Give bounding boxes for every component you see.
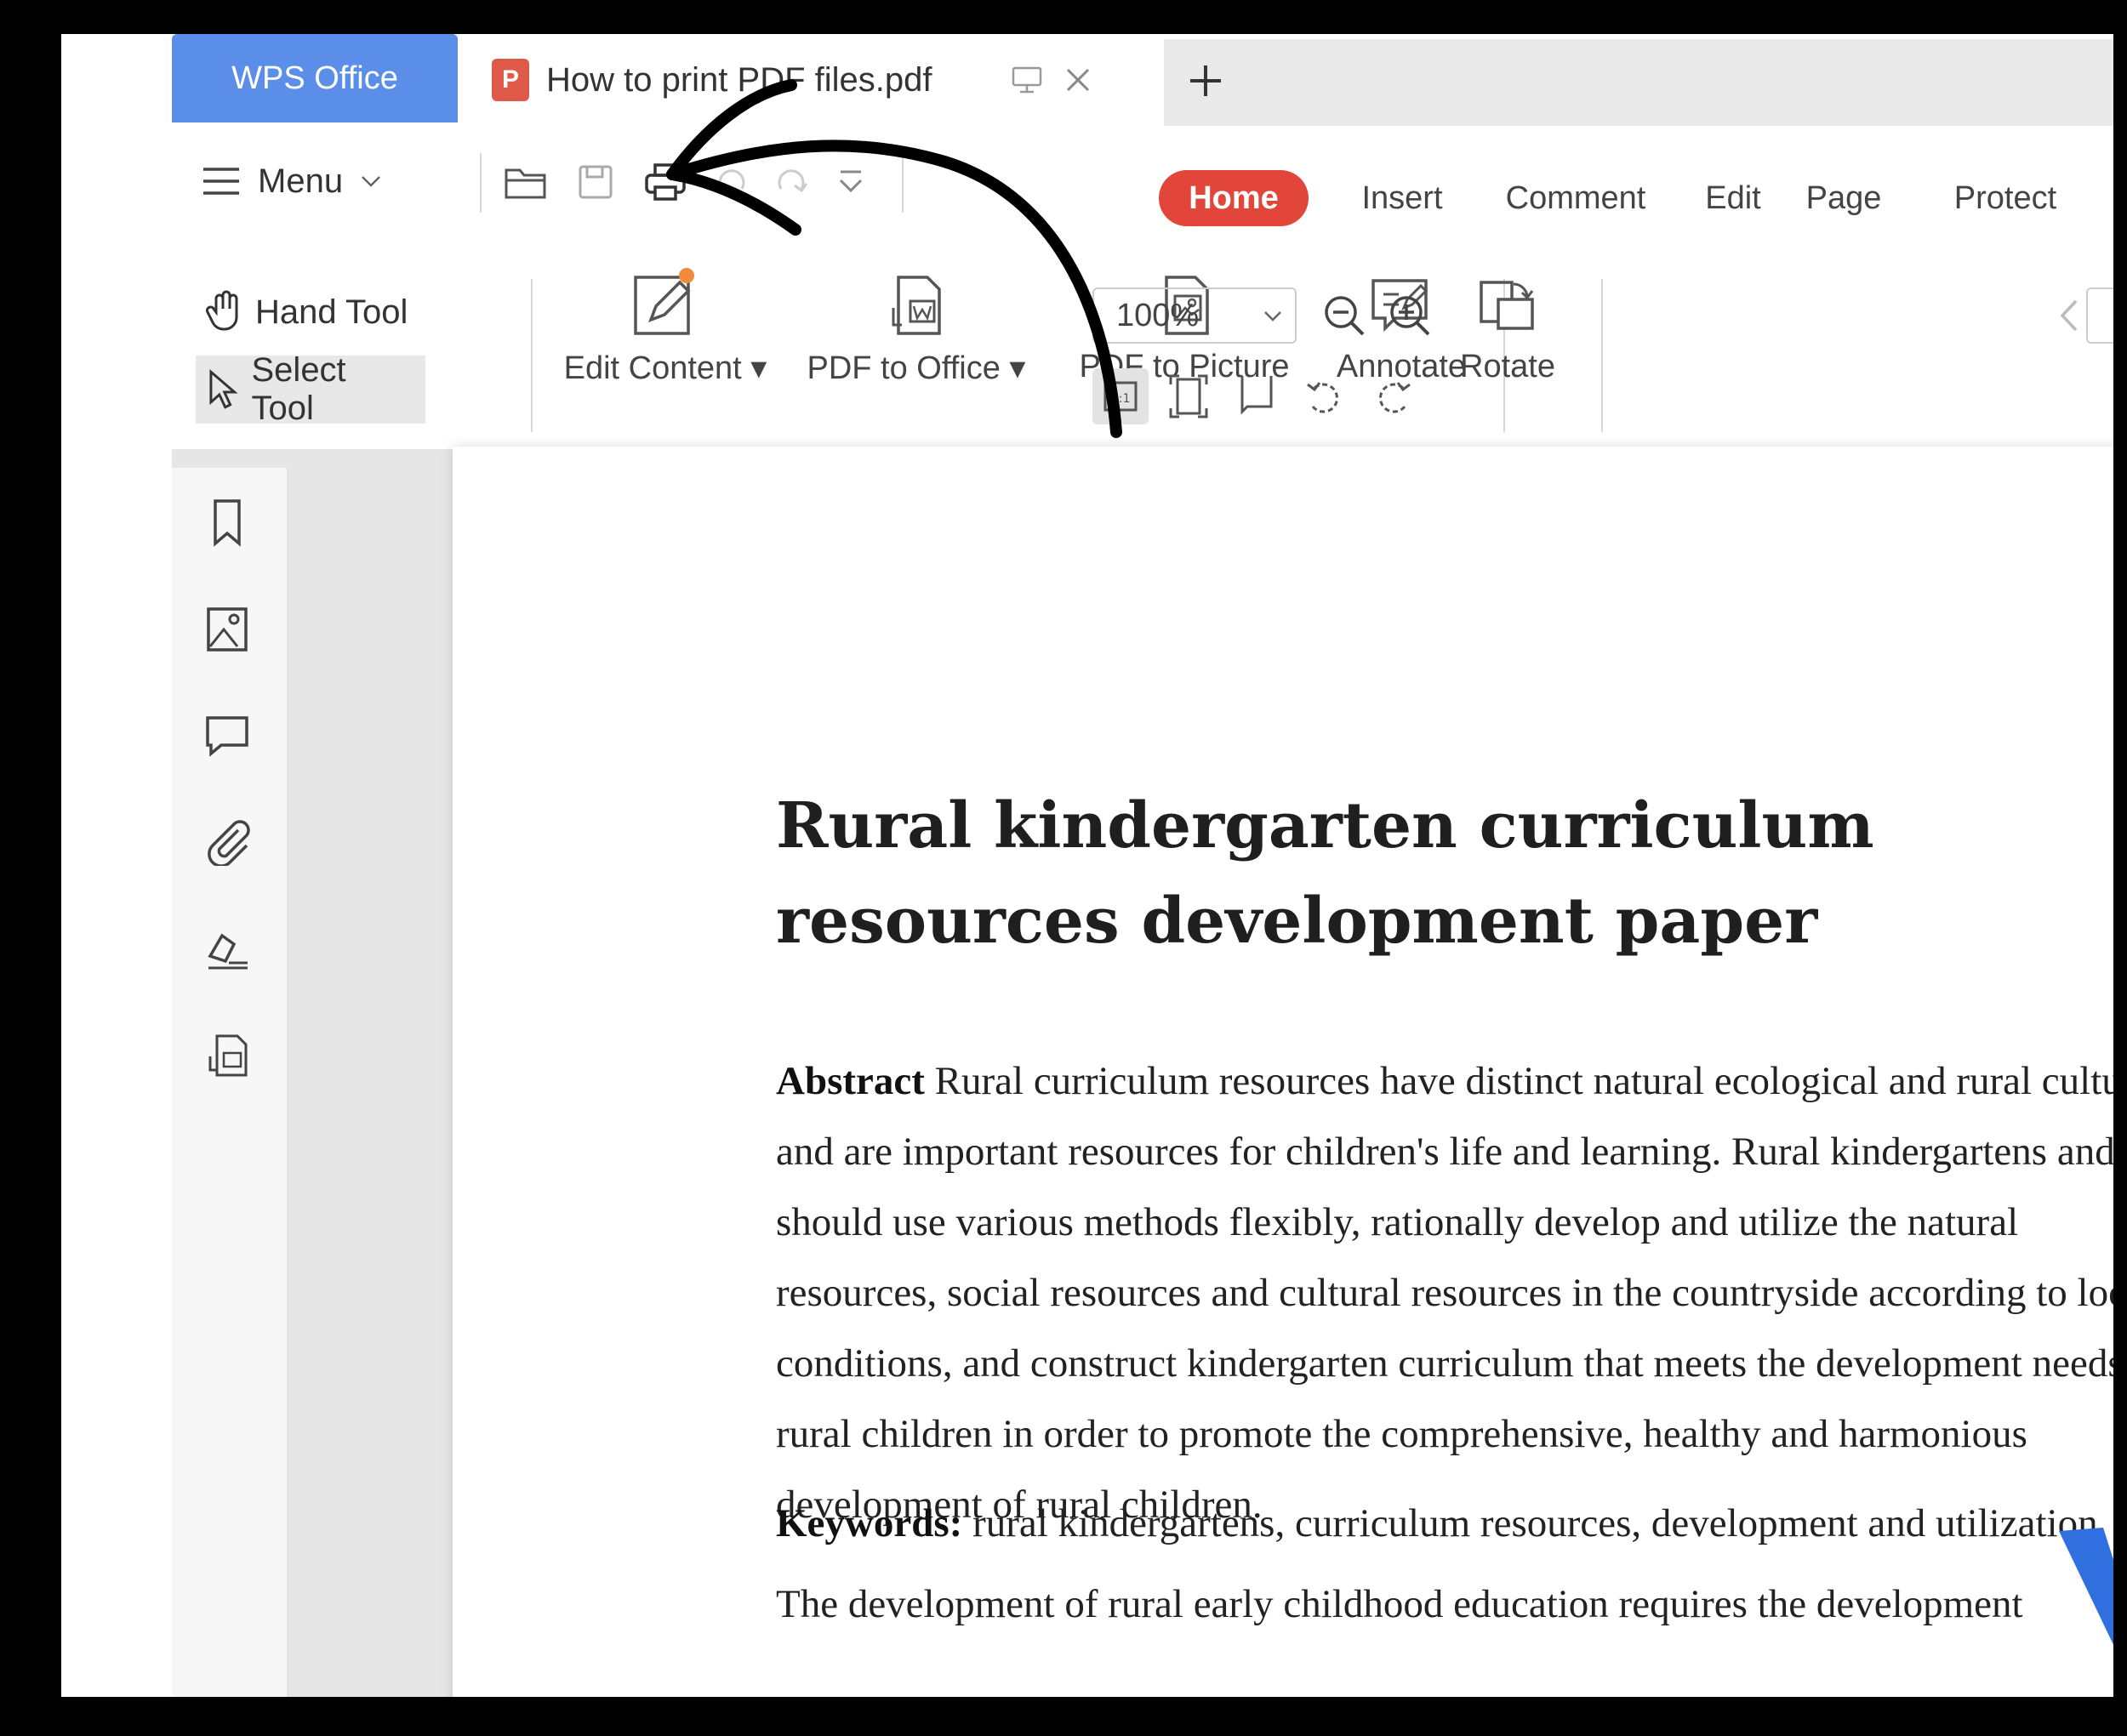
keywords-label: Keywords: <box>776 1501 963 1545</box>
pdf-file-icon: P <box>492 59 529 101</box>
redo-icon[interactable] <box>767 158 815 206</box>
actual-size-icon[interactable]: 1:1 <box>1092 368 1149 424</box>
menu-label: Menu <box>258 162 344 200</box>
cursor-arrow-icon <box>209 369 238 409</box>
tab-home[interactable]: Home <box>1159 170 1309 226</box>
fit-width-icon[interactable] <box>1231 371 1282 422</box>
abstract-line: rural children in order to promote the c… <box>776 1412 2027 1456</box>
signature-icon[interactable] <box>197 919 257 978</box>
quick-access-toolbar: Menu Home Insert Comment Edit Page Prote… <box>172 126 2113 228</box>
thumbnail-icon[interactable] <box>197 600 257 659</box>
zoom-value: 100% <box>1116 297 1200 333</box>
tab-document[interactable]: P How to print PDF files.pdf <box>458 34 1164 126</box>
abstract-paragraph: Abstract Rural curriculum resources have… <box>776 1046 2113 1540</box>
pdf-to-office-button[interactable]: PDF to Office ▾ <box>801 262 1031 387</box>
menu-button[interactable]: Menu <box>202 156 384 207</box>
keywords-text: rural kindergartens, curriculum resource… <box>962 1501 2098 1545</box>
document-title: Rural kindergarten curriculum resources … <box>776 789 1874 958</box>
tab-protect[interactable]: Protect <box>1942 170 2069 226</box>
pdf-page: Rural kindergarten curriculum resources … <box>453 447 2113 1697</box>
abstract-line: and are important resources for children… <box>776 1130 2113 1174</box>
zoom-out-icon[interactable] <box>1319 290 1370 341</box>
hand-tool-label: Hand Tool <box>255 293 408 331</box>
edit-content-button[interactable]: Edit Content ▾ <box>559 262 772 387</box>
convert-panel-icon[interactable] <box>197 1025 257 1084</box>
tab-bar-background <box>1163 39 2113 126</box>
new-tab-plus-icon[interactable] <box>1176 51 1235 111</box>
abstract-line: conditions, and construct kindergarten c… <box>776 1341 2113 1386</box>
body-paragraph: The development of rural early childhood… <box>776 1582 2023 1626</box>
svg-text:1:1: 1:1 <box>1111 392 1131 406</box>
pdf-to-office-label: PDF to Office <box>807 350 1001 386</box>
tab-page[interactable]: Page <box>1793 170 1895 226</box>
zoom-select[interactable]: 100% <box>1092 287 1297 344</box>
divider <box>480 153 482 213</box>
edit-content-label: Edit Content <box>563 350 742 386</box>
tab-document-label: How to print PDF files.pdf <box>546 60 932 99</box>
pdf-to-word-icon <box>892 276 941 335</box>
print-icon[interactable] <box>642 158 689 206</box>
bookmark-icon[interactable] <box>197 493 257 553</box>
monitor-icon[interactable] <box>1006 59 1048 101</box>
divider <box>531 279 533 432</box>
select-tool-label: Select Tool <box>251 351 346 427</box>
comment-panel-icon[interactable] <box>197 706 257 766</box>
chevron-down-icon <box>1264 311 1281 322</box>
chevron-down-icon <box>362 176 380 187</box>
rotate-button[interactable]: Rotate <box>1444 262 1571 385</box>
abstract-label: Abstract <box>776 1059 925 1103</box>
tab-edit[interactable]: Edit <box>1695 170 1771 226</box>
abstract-line: Rural curriculum resources have distinct… <box>934 1059 2113 1103</box>
page-number-input[interactable] <box>2086 287 2113 344</box>
keywords-line: Keywords: rural kindergartens, curriculu… <box>776 1488 2113 1559</box>
tab-bar: WPS Office P How to print PDF files.pdf <box>61 34 2113 126</box>
abstract-line: should use various methods flexibly, rat… <box>776 1200 2019 1244</box>
rotate-left-icon[interactable] <box>1299 371 1350 422</box>
attachment-icon[interactable] <box>197 812 257 872</box>
ribbon-toolbar: Hand Tool Select Tool Edit Content ▾ PDF… <box>172 228 2113 449</box>
tab-insert[interactable]: Insert <box>1343 170 1462 226</box>
close-tab-icon[interactable] <box>1057 59 1099 101</box>
hamburger-icon <box>203 168 239 195</box>
tab-wps-office[interactable]: WPS Office <box>172 34 458 122</box>
hand-tool-button[interactable]: Hand Tool <box>196 282 418 342</box>
zoom-in-icon[interactable] <box>1384 290 1435 341</box>
tab-comment[interactable]: Comment <box>1486 170 1665 226</box>
undo-icon[interactable] <box>708 158 756 206</box>
fit-page-icon[interactable] <box>1163 371 1214 422</box>
select-tool-button[interactable]: Select Tool <box>196 351 425 427</box>
rotate-page-icon <box>1480 281 1534 330</box>
app-window: WPS Office P How to print PDF files.pdf … <box>61 34 2113 1697</box>
customize-toolbar-icon[interactable] <box>827 158 875 206</box>
abstract-line: resources, social resources and cultural… <box>776 1271 2113 1315</box>
divider <box>1601 279 1603 432</box>
hand-icon <box>206 290 238 331</box>
rotate-right-icon[interactable] <box>1367 371 1418 422</box>
wps-logo-icon <box>2059 1528 2113 1645</box>
divider <box>902 153 904 213</box>
save-icon[interactable] <box>572 158 619 206</box>
navigation-sidebar <box>172 468 288 1697</box>
edit-content-icon <box>634 268 694 335</box>
rotate-label: Rotate <box>1460 349 1555 384</box>
open-folder-icon[interactable] <box>502 158 550 206</box>
